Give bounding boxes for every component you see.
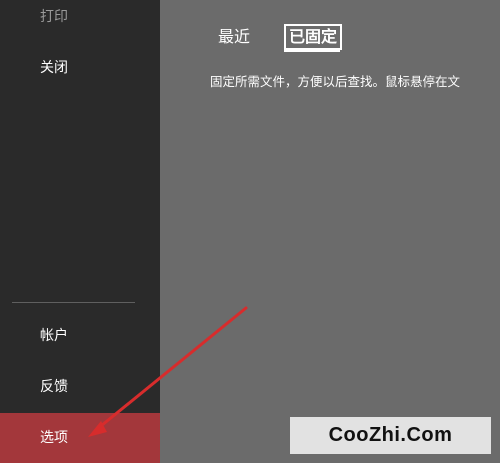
sidebar-divider <box>12 302 135 303</box>
tab-recent[interactable]: 最近 <box>218 27 250 47</box>
pinned-description: 固定所需文件，方便以后查找。鼠标悬停在文 <box>210 74 461 89</box>
watermark-box: CooZhi.Com <box>290 417 491 454</box>
sidebar-item-feedback[interactable]: 反馈 <box>40 378 68 396</box>
sidebar-item-print[interactable]: 打印 <box>40 8 68 26</box>
sidebar-item-options-highlight[interactable] <box>0 413 160 463</box>
sidebar-item-account[interactable]: 帐户 <box>40 327 68 345</box>
sidebar-item-close[interactable]: 关闭 <box>40 59 68 77</box>
tab-pinned[interactable]: 已固定 <box>284 24 343 50</box>
backstage-sidebar: 打印 关闭 帐户 反馈 选项 <box>0 0 160 463</box>
watermark-text: CooZhi.Com <box>328 424 453 446</box>
main-panel: 最近 已固定 固定所需文件，方便以后查找。鼠标悬停在文 <box>160 0 500 463</box>
tab-pinned-underline <box>284 50 340 52</box>
sidebar-item-options[interactable]: 选项 <box>40 429 68 447</box>
